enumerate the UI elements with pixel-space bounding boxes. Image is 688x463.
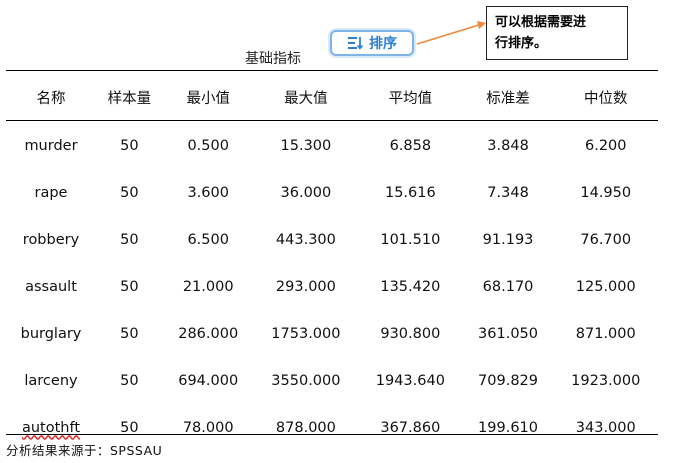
cell-min: 694.000 xyxy=(178,372,239,389)
table-row: robbery 50 6.500 443.300 101.510 91.193 … xyxy=(6,216,658,263)
cell-max: 36.000 xyxy=(280,184,332,201)
cell-mean: 135.420 xyxy=(380,278,441,295)
annotation-note: 可以根据需要进 行排序。 xyxy=(486,6,628,60)
cell-name: robbery xyxy=(22,231,80,248)
cell-mean: 6.858 xyxy=(389,137,432,154)
cell-n: 50 xyxy=(120,278,139,295)
col-header-max[interactable]: 最大值 xyxy=(254,72,358,122)
cell-n: 50 xyxy=(120,184,139,201)
cell-sd: 91.193 xyxy=(482,231,534,248)
cell-min: 3.600 xyxy=(187,184,229,201)
cell-n: 50 xyxy=(120,137,139,154)
cell-median: 125.000 xyxy=(575,278,636,295)
cell-max: 443.300 xyxy=(275,231,336,248)
cell-max: 293.000 xyxy=(275,278,336,295)
cell-mean: 1943.640 xyxy=(375,372,445,389)
cell-median: 871.000 xyxy=(575,325,636,342)
cell-min: 21.000 xyxy=(182,278,234,295)
col-header-mean[interactable]: 平均值 xyxy=(358,72,462,122)
col-header-median[interactable]: 中位数 xyxy=(554,72,659,122)
cell-n: 50 xyxy=(120,231,139,248)
table-row: assault 50 21.000 293.000 135.420 68.170… xyxy=(6,263,658,310)
cell-name: rape xyxy=(34,184,68,201)
sort-button-label: 排序 xyxy=(369,36,397,52)
cell-median: 14.950 xyxy=(580,184,632,201)
cell-mean: 367.860 xyxy=(380,419,441,436)
cell-sd: 7.348 xyxy=(487,184,529,201)
sort-button[interactable]: 排序 xyxy=(330,30,414,56)
stats-table: 名称 样本量 最小值 最大值 平均值 标准差 中位数 murder 50 0.5… xyxy=(6,72,658,451)
cell-mean: 101.510 xyxy=(380,231,441,248)
cell-min: 0.500 xyxy=(187,137,229,154)
table-top-rule xyxy=(6,70,658,71)
cell-min: 6.500 xyxy=(187,231,229,248)
cell-sd: 3.848 xyxy=(487,137,529,154)
table-row: murder 50 0.500 15.300 6.858 3.848 6.200 xyxy=(6,122,658,169)
table-row: larceny 50 694.000 3550.000 1943.640 709… xyxy=(6,357,658,404)
cell-min: 78.000 xyxy=(182,419,234,436)
cell-name: assault xyxy=(25,278,77,295)
source-footer: 分析结果来源于：SPSSAU xyxy=(6,443,163,458)
cell-sd: 709.829 xyxy=(478,372,539,389)
cell-sd: 68.170 xyxy=(482,278,534,295)
cell-max: 1753.000 xyxy=(271,325,341,342)
col-header-min[interactable]: 最小值 xyxy=(163,72,254,122)
cell-name: larceny xyxy=(24,372,78,389)
col-header-sd[interactable]: 标准差 xyxy=(463,72,554,122)
cell-name: murder xyxy=(24,137,78,154)
col-header-name[interactable]: 名称 xyxy=(6,72,96,122)
cell-min: 286.000 xyxy=(178,325,239,342)
cell-median: 6.200 xyxy=(584,137,627,154)
table-title: 基础指标 xyxy=(245,51,301,67)
table-header-row: 名称 样本量 最小值 最大值 平均值 标准差 中位数 xyxy=(6,72,658,122)
col-header-n[interactable]: 样本量 xyxy=(96,72,163,122)
cell-mean: 15.616 xyxy=(384,184,436,201)
cell-max: 15.300 xyxy=(280,137,332,154)
cell-sd: 199.610 xyxy=(478,419,539,436)
note-line-1: 可以根据需要进 xyxy=(495,15,587,30)
cell-n: 50 xyxy=(120,372,139,389)
cell-name-text: autothft xyxy=(21,419,81,436)
cell-n: 50 xyxy=(120,325,139,342)
cell-sd: 361.050 xyxy=(478,325,539,342)
note-line-2: 行排序。 xyxy=(495,36,548,51)
cell-max: 878.000 xyxy=(275,419,336,436)
sort-lines-icon xyxy=(347,36,363,50)
cell-max: 3550.000 xyxy=(271,372,341,389)
cell-name: burglary xyxy=(20,325,82,342)
cell-mean: 930.800 xyxy=(380,325,441,342)
cell-median: 76.700 xyxy=(580,231,632,248)
cell-median: 343.000 xyxy=(575,419,636,436)
cell-median: 1923.000 xyxy=(571,372,641,389)
table-row: rape 50 3.600 36.000 15.616 7.348 14.950 xyxy=(6,169,658,216)
table-row: burglary 50 286.000 1753.000 930.800 361… xyxy=(6,310,658,357)
